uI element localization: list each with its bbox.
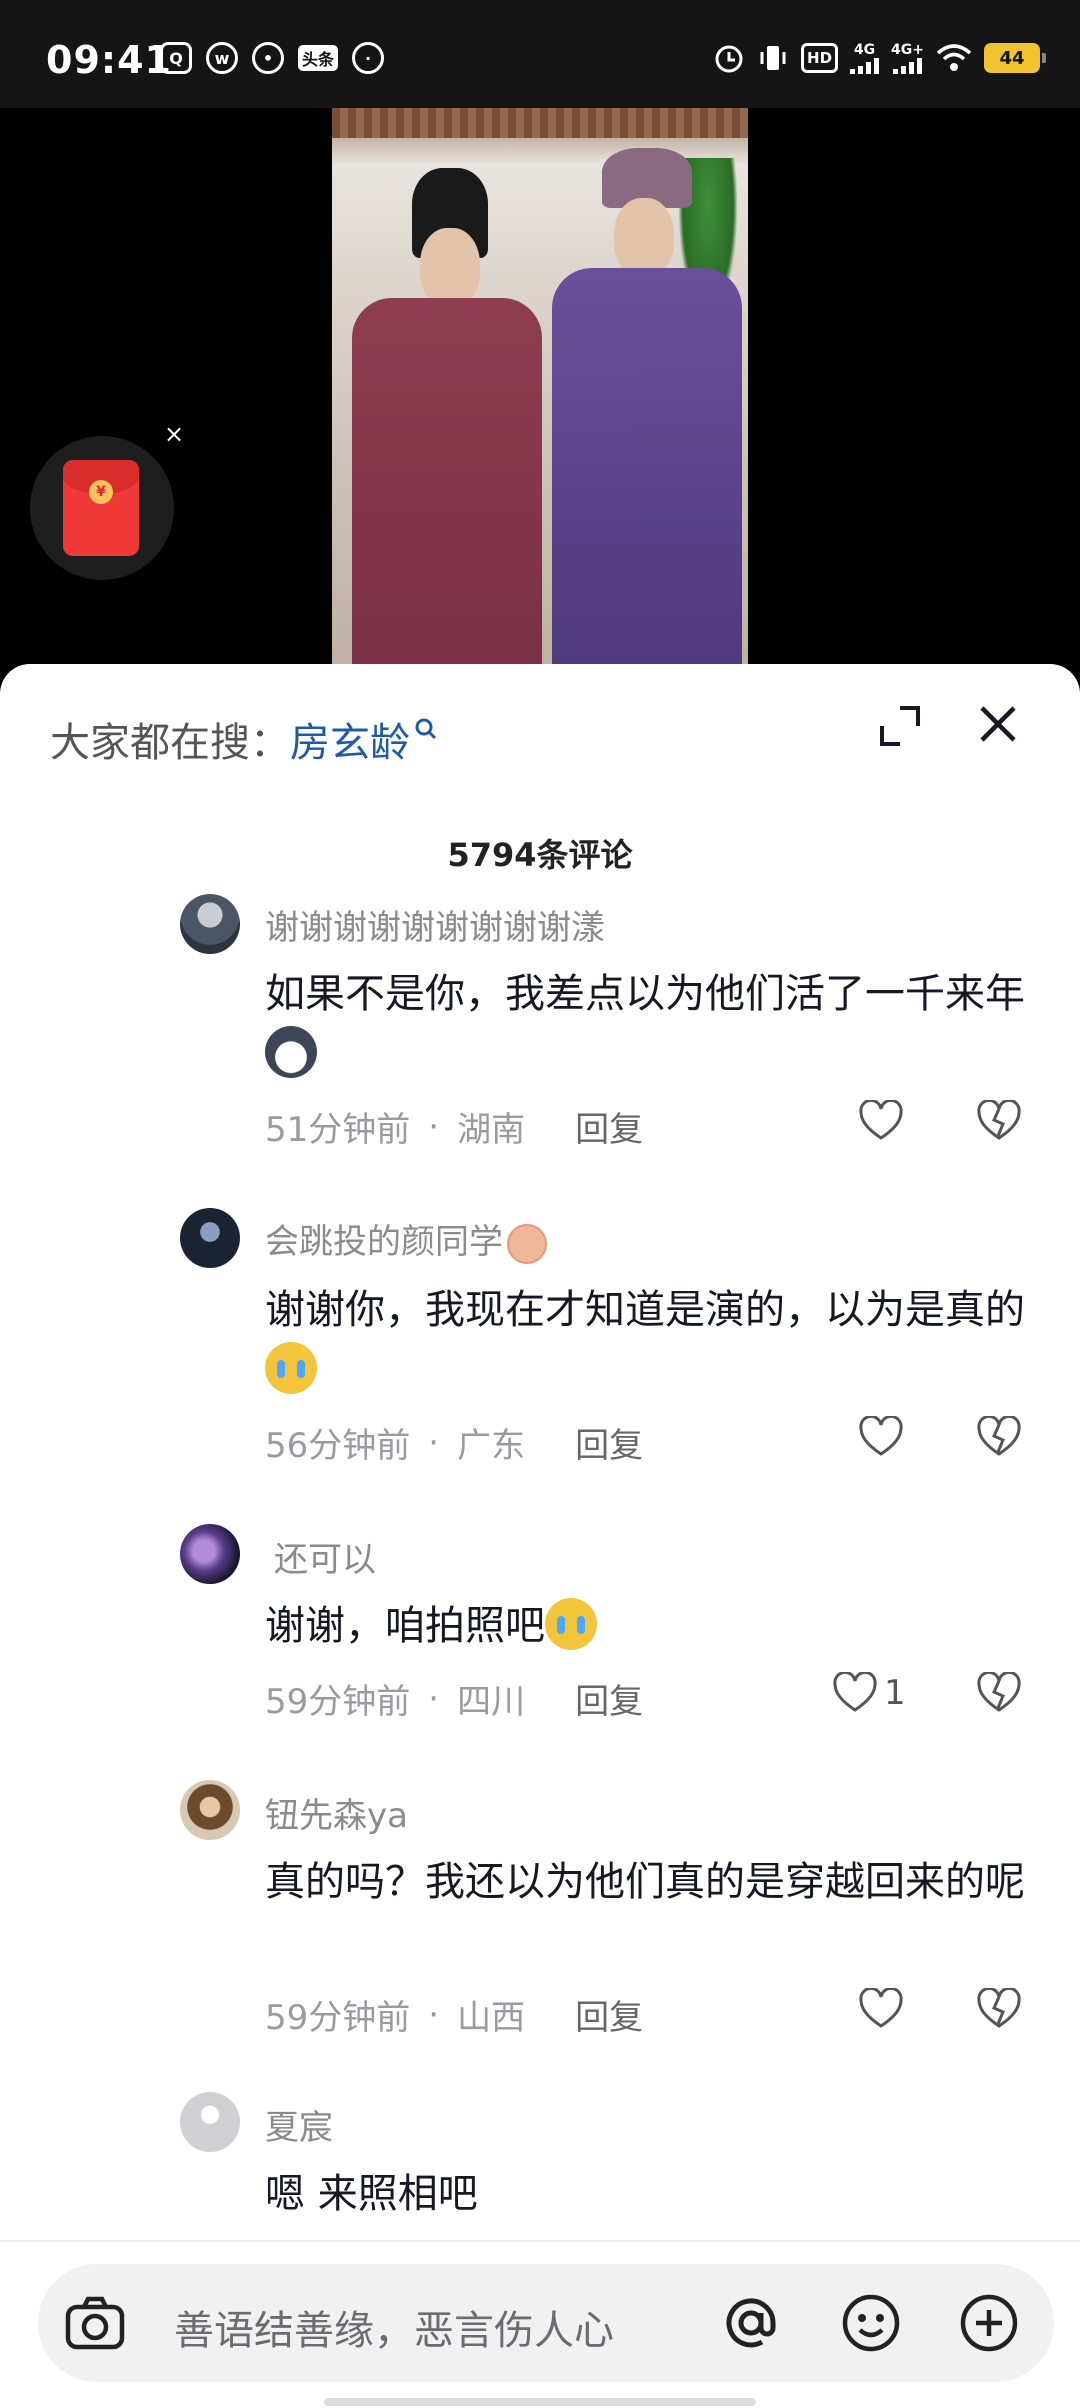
toutiao-icon: 头条 xyxy=(298,45,339,71)
dislike-broken-heart-icon[interactable] xyxy=(976,1672,1022,1714)
comment-meta: 51分钟前 · 湖南 回复 xyxy=(265,1102,643,1151)
comment-username[interactable]: 会跳投的颜同学 xyxy=(265,1214,547,1264)
crying-emoji-icon xyxy=(545,1598,597,1650)
heart-icon xyxy=(859,1100,903,1140)
comment-text: 谢谢，咱拍照吧 xyxy=(265,1596,1035,1656)
red-packet-widget[interactable]: ¥ xyxy=(30,436,174,580)
comment-text: 嗯 来照相吧 xyxy=(265,2171,478,2217)
comment-input-bar[interactable]: 善语结善缘，恶言伤人心 xyxy=(38,2264,1054,2382)
signal-2: 4G+ xyxy=(891,42,924,74)
comment-location: 山西 xyxy=(457,1998,526,2038)
trending-search-term[interactable]: 房玄龄 xyxy=(290,710,410,768)
reply-button[interactable]: 回复 xyxy=(575,1418,643,1467)
comment-username[interactable]: 夏宸 xyxy=(265,2100,333,2149)
avatar[interactable] xyxy=(180,1524,240,1584)
comment-text: 真的吗？我还以为他们真的是穿越回来的呢 xyxy=(265,1859,1025,1905)
battery-icon: 44 xyxy=(984,43,1046,73)
heart-icon xyxy=(833,1672,877,1712)
comment-meta: 59分钟前 · 山西 回复 xyxy=(265,1990,643,2039)
trending-search[interactable]: 大家都在搜： 房玄龄 xyxy=(50,710,438,768)
like-count: 1 xyxy=(884,1673,906,1713)
input-divider xyxy=(0,2240,1080,2242)
close-icon[interactable] xyxy=(976,702,1020,746)
figure-right xyxy=(542,148,742,668)
comment-time: 51分钟前 xyxy=(265,1110,411,1150)
avatar[interactable] xyxy=(180,2092,240,2152)
dislike-broken-heart-icon[interactable] xyxy=(976,1988,1022,2030)
weibo-icon: w xyxy=(206,42,238,74)
dislike-broken-heart-icon[interactable] xyxy=(976,1416,1022,1458)
reply-button[interactable]: 回复 xyxy=(575,1674,643,1723)
crying-emoji-icon xyxy=(265,1342,317,1394)
signal-bars-icon xyxy=(850,58,880,74)
location-icon: · xyxy=(352,42,385,74)
vibrate-icon xyxy=(760,46,786,70)
home-indicator[interactable] xyxy=(324,2398,756,2406)
red-packet-close-icon[interactable]: × xyxy=(164,420,184,448)
search-icon xyxy=(415,718,437,740)
wifi-icon xyxy=(936,44,972,71)
add-icon[interactable] xyxy=(956,2290,1022,2356)
notification-icons: Q w • 头条 · xyxy=(160,42,385,74)
signal-1: 4G xyxy=(850,42,880,74)
comment-count: 5794条评论 xyxy=(447,836,633,874)
basketball-emoji-icon xyxy=(507,1223,547,1264)
comment-username[interactable]: 还可以 xyxy=(274,1532,376,1581)
comment-time: 56分钟前 xyxy=(265,1426,411,1466)
avatar[interactable] xyxy=(180,1780,240,1840)
comment-text: 谢谢你，我现在才知道是演的，以为是真的 xyxy=(265,1280,1035,1400)
trending-search-prefix: 大家都在搜： xyxy=(50,720,290,766)
like-button[interactable] xyxy=(858,1100,904,1142)
video-player[interactable]: ¥ × xyxy=(0,108,1080,668)
avatar[interactable] xyxy=(180,894,240,954)
comment-username[interactable]: 钮先森ya xyxy=(265,1788,408,1837)
comment-location: 广东 xyxy=(457,1426,526,1466)
expand-icon[interactable] xyxy=(878,704,922,748)
comment-time: 59分钟前 xyxy=(265,1998,411,2038)
system-icons: HD 4G 4G+ 44 xyxy=(713,42,1046,74)
status-bar: 09:41 Q w • 头条 · HD 4G 4G+ 44 xyxy=(0,0,1080,108)
qq-browser-icon: Q xyxy=(160,42,192,74)
heart-icon xyxy=(859,1988,903,2028)
figure-left xyxy=(342,168,542,668)
reply-button[interactable]: 回复 xyxy=(575,1990,643,2039)
avatar[interactable] xyxy=(180,1208,240,1268)
comment-input-placeholder[interactable]: 善语结善缘，恶言伤人心 xyxy=(174,2298,614,2356)
status-time: 09:41 xyxy=(46,38,172,82)
like-button[interactable] xyxy=(858,1416,904,1458)
mention-icon[interactable] xyxy=(718,2290,784,2356)
dislike-broken-heart-icon[interactable] xyxy=(976,1100,1022,1142)
comment-username[interactable]: 谢谢谢谢谢谢谢谢谢漾 xyxy=(265,900,605,949)
red-packet-icon[interactable]: ¥ xyxy=(63,460,139,556)
comment-location: 四川 xyxy=(457,1682,526,1722)
hd-voice-icon: HD xyxy=(801,43,839,73)
reply-button[interactable]: 回复 xyxy=(575,1102,643,1151)
alarm-icon xyxy=(715,45,743,73)
emoji-icon[interactable] xyxy=(838,2290,904,2356)
like-button[interactable]: 1 xyxy=(832,1672,906,1714)
comment-meta: 56分钟前 · 广东 回复 xyxy=(265,1418,643,1467)
signal-bars-icon xyxy=(893,58,923,74)
comment-text: 如果不是你，我差点以为他们活了一千来年 xyxy=(265,964,1035,1084)
like-button[interactable] xyxy=(858,1988,904,2030)
video-frame[interactable] xyxy=(332,108,748,668)
husky-emoji-icon xyxy=(265,1026,317,1078)
heart-icon xyxy=(859,1416,903,1456)
wechat-icon: • xyxy=(252,42,284,74)
comment-meta: 59分钟前 · 四川 回复 xyxy=(265,1674,643,1723)
comment-time: 59分钟前 xyxy=(265,1682,411,1722)
comment-location: 湖南 xyxy=(457,1110,526,1150)
camera-icon[interactable] xyxy=(62,2290,128,2356)
